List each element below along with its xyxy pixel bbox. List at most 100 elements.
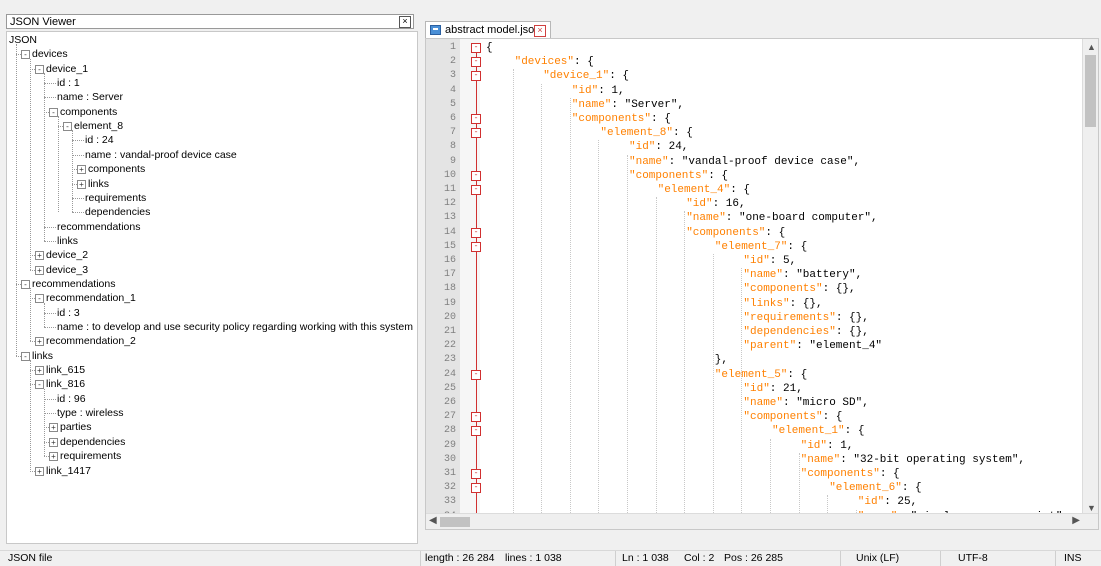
code-line[interactable]: "name": "one-board computer", [686,211,877,225]
tree-node[interactable]: link_816 [46,377,85,391]
tree-node[interactable]: id : 24 [85,133,114,147]
collapse-icon[interactable]: - [49,107,58,117]
tree-node[interactable]: name : vandal-proof device case [85,148,237,162]
expand-icon[interactable]: + [77,179,86,189]
tree-node[interactable]: type : wireless [57,406,124,420]
fold-toggle-icon[interactable]: - [471,170,481,181]
code-line[interactable]: "requirements": {}, [743,311,868,325]
code-line[interactable]: { [486,41,493,55]
tab-abstract-model-json[interactable]: abstract model.json × [425,21,551,38]
expand-icon[interactable]: + [35,366,44,376]
scroll-up-icon[interactable]: ▲ [1087,42,1096,52]
expand-icon[interactable]: + [49,452,58,462]
fold-toggle-icon[interactable]: - [471,369,481,380]
code-editor[interactable]: 1 2 3 4 5 6 7 8 9 10 11 12 13 14 15 16 17 18 19 20 21 22 23 24 2… [425,38,1099,530]
fold-toggle-icon[interactable]: - [471,114,481,124]
expand-icon[interactable]: + [49,437,58,447]
fold-margin[interactable] [460,39,480,529]
code-line[interactable]: "components": { [629,169,728,183]
tree-node[interactable]: device_1 [46,62,88,76]
tree-node[interactable]: link_615 [46,363,85,377]
code-line[interactable]: "devices": { [515,55,594,69]
tree-node[interactable]: dependencies [60,435,125,449]
fold-toggle-icon[interactable]: - [471,185,481,195]
code-line[interactable]: "id": 24, [629,140,688,154]
code-line[interactable]: "parent": "element_4" [743,339,882,353]
fold-toggle-icon[interactable]: - [471,128,481,139]
code-line[interactable]: "components": {}, [743,282,855,296]
vertical-scroll-thumb[interactable] [1085,55,1096,127]
json-tree[interactable]: JSON - devices - device_1 id : 1 name : Server… [6,31,418,544]
expand-icon[interactable]: + [35,265,44,275]
code-line[interactable]: "id": 1, [801,439,854,453]
code-line[interactable]: "name": "micro SD", [743,396,868,410]
code-line[interactable]: "element_1": { [772,424,864,438]
tree-node[interactable]: recommendations [57,220,140,234]
collapse-icon[interactable]: - [21,351,30,361]
code-line[interactable]: "components": { [801,467,900,481]
code-line[interactable]: "id": 21, [743,382,802,396]
code-line[interactable]: }, [715,353,728,367]
fold-toggle-icon[interactable]: - [471,71,481,82]
expand-icon[interactable]: + [35,466,44,476]
fold-toggle-icon[interactable]: - [471,483,481,494]
code-line[interactable]: "id": 5, [743,254,796,268]
collapse-icon[interactable]: - [63,122,72,132]
collapse-icon[interactable]: - [35,294,44,304]
code-line[interactable]: "dependencies": {}, [743,325,868,339]
tree-node[interactable]: JSON [9,33,37,47]
tab-close-icon[interactable]: × [534,25,546,37]
tree-node[interactable]: device_2 [46,248,88,262]
expand-icon[interactable]: + [35,251,44,261]
code-line[interactable]: "id": 25, [858,495,917,509]
tree-node[interactable]: id : 3 [57,306,80,320]
code-line[interactable]: "components": { [686,226,785,240]
fold-toggle-icon[interactable]: - [471,426,481,437]
close-icon[interactable]: × [399,16,411,28]
vertical-scrollbar[interactable]: ▲ ▼ [1082,39,1098,515]
fold-toggle-icon[interactable]: - [471,412,481,423]
tree-node[interactable]: requirements [85,191,146,205]
expand-icon[interactable]: + [35,337,44,347]
scroll-right-icon[interactable]: ▶ [1072,515,1080,526]
tree-node[interactable]: recommendation_1 [46,291,136,305]
collapse-icon[interactable]: - [35,380,44,390]
scroll-left-icon[interactable]: ◀ [429,515,437,526]
fold-toggle-icon[interactable]: - [471,43,481,53]
tree-node[interactable]: parties [60,420,92,434]
code-line[interactable]: "element_6": { [829,481,921,495]
code-line[interactable]: "name": "vandal-proof device case", [629,155,860,169]
tree-node[interactable]: recommendation_2 [46,334,136,348]
code-line[interactable]: "element_4": { [658,183,750,197]
tree-node[interactable]: id : 1 [57,76,80,90]
tree-node[interactable]: components [88,162,145,176]
code-line[interactable]: "element_5": { [715,368,807,382]
tree-node[interactable]: dependencies [85,205,150,219]
tree-node[interactable]: name : to develop and use security polic… [57,320,413,334]
code-line[interactable]: "element_7": { [715,240,807,254]
fold-toggle-icon[interactable]: - [471,241,481,252]
code-line[interactable]: "components": { [572,112,671,126]
collapse-icon[interactable]: - [35,64,44,74]
collapse-icon[interactable]: - [21,279,30,289]
expand-icon[interactable]: + [77,165,86,175]
scroll-down-icon[interactable]: ▼ [1087,503,1096,513]
code-line[interactable]: "id": 1, [572,84,625,98]
tree-node[interactable]: components [60,105,117,119]
fold-toggle-icon[interactable]: - [471,227,481,238]
tree-node[interactable]: name : Server [57,90,123,104]
tree-node[interactable]: links [88,177,109,191]
fold-toggle-icon[interactable]: - [471,469,481,479]
horizontal-scrollbar[interactable]: ◀ ▶ [426,513,1098,529]
tree-node[interactable]: links [32,349,53,363]
expand-icon[interactable]: + [49,423,58,433]
code-line[interactable]: "links": {}, [743,297,822,311]
collapse-icon[interactable]: - [21,50,30,60]
tree-node[interactable]: recommendations [32,277,115,291]
tree-node[interactable]: link_1417 [46,464,91,478]
tree-node[interactable]: links [57,234,78,248]
tree-node[interactable]: device_3 [46,263,88,277]
code-line[interactable]: "device_1": { [543,69,629,83]
tree-node[interactable]: id : 96 [57,392,86,406]
code-line[interactable]: "name": "Server", [572,98,684,112]
